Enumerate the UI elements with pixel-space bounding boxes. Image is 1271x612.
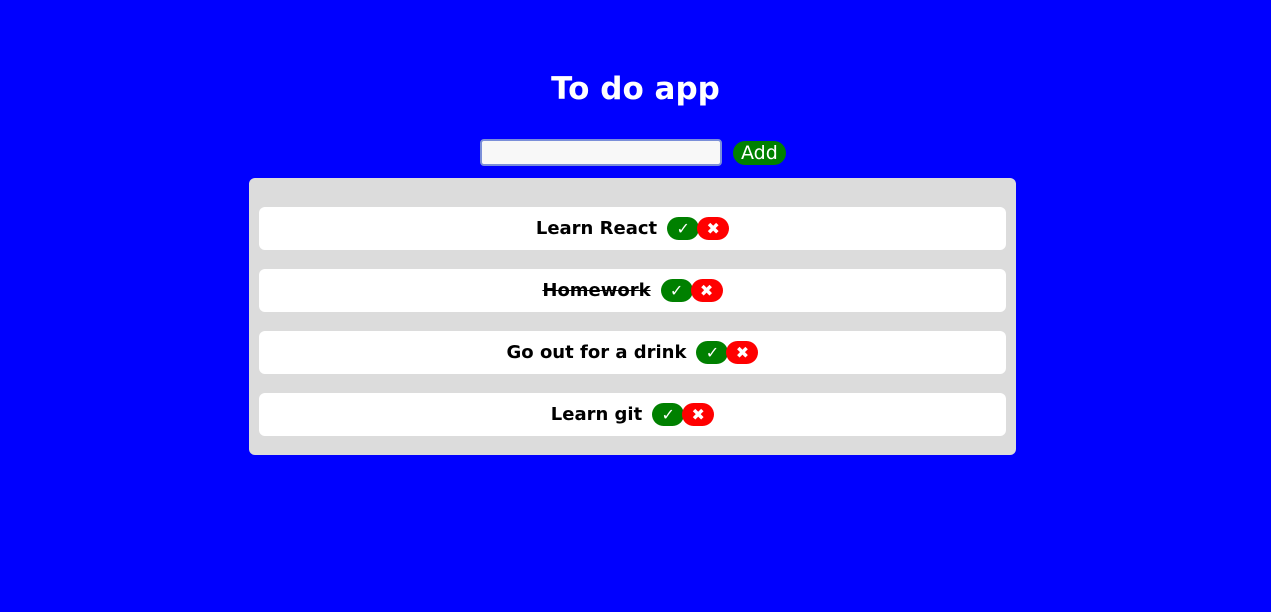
delete-button[interactable]: ✖ (690, 279, 723, 302)
close-icon: ✖ (691, 405, 705, 424)
todo-item: Go out for a drink ✓ ✖ (259, 331, 1006, 374)
close-icon: ✖ (699, 281, 714, 300)
delete-button[interactable]: ✖ (726, 341, 759, 364)
check-icon: ✓ (676, 219, 690, 238)
add-todo-form: Add (480, 139, 786, 166)
close-icon: ✖ (706, 219, 720, 238)
todo-item: Learn git ✓ ✖ (259, 393, 1006, 436)
todo-list: Learn React ✓ ✖ Homework ✓ ✖ Go out for … (249, 178, 1016, 455)
todo-input[interactable] (480, 139, 722, 166)
delete-button[interactable]: ✖ (697, 217, 730, 240)
check-icon: ✓ (705, 343, 720, 362)
todo-item: Homework ✓ ✖ (259, 269, 1006, 312)
todo-text: Go out for a drink (506, 342, 687, 363)
check-icon: ✓ (669, 281, 684, 300)
delete-button[interactable]: ✖ (682, 403, 715, 426)
todo-text: Homework (542, 280, 651, 301)
page-title: To do app (551, 71, 720, 107)
add-button[interactable]: Add (733, 140, 786, 165)
complete-button[interactable]: ✓ (660, 279, 693, 302)
close-icon: ✖ (735, 343, 750, 362)
complete-button[interactable]: ✓ (667, 217, 700, 240)
complete-button[interactable]: ✓ (696, 341, 729, 364)
check-icon: ✓ (661, 405, 675, 424)
todo-text: Learn git (550, 404, 643, 425)
todo-text: Learn React (535, 218, 658, 239)
complete-button[interactable]: ✓ (652, 403, 685, 426)
todo-item: Learn React ✓ ✖ (259, 207, 1006, 250)
